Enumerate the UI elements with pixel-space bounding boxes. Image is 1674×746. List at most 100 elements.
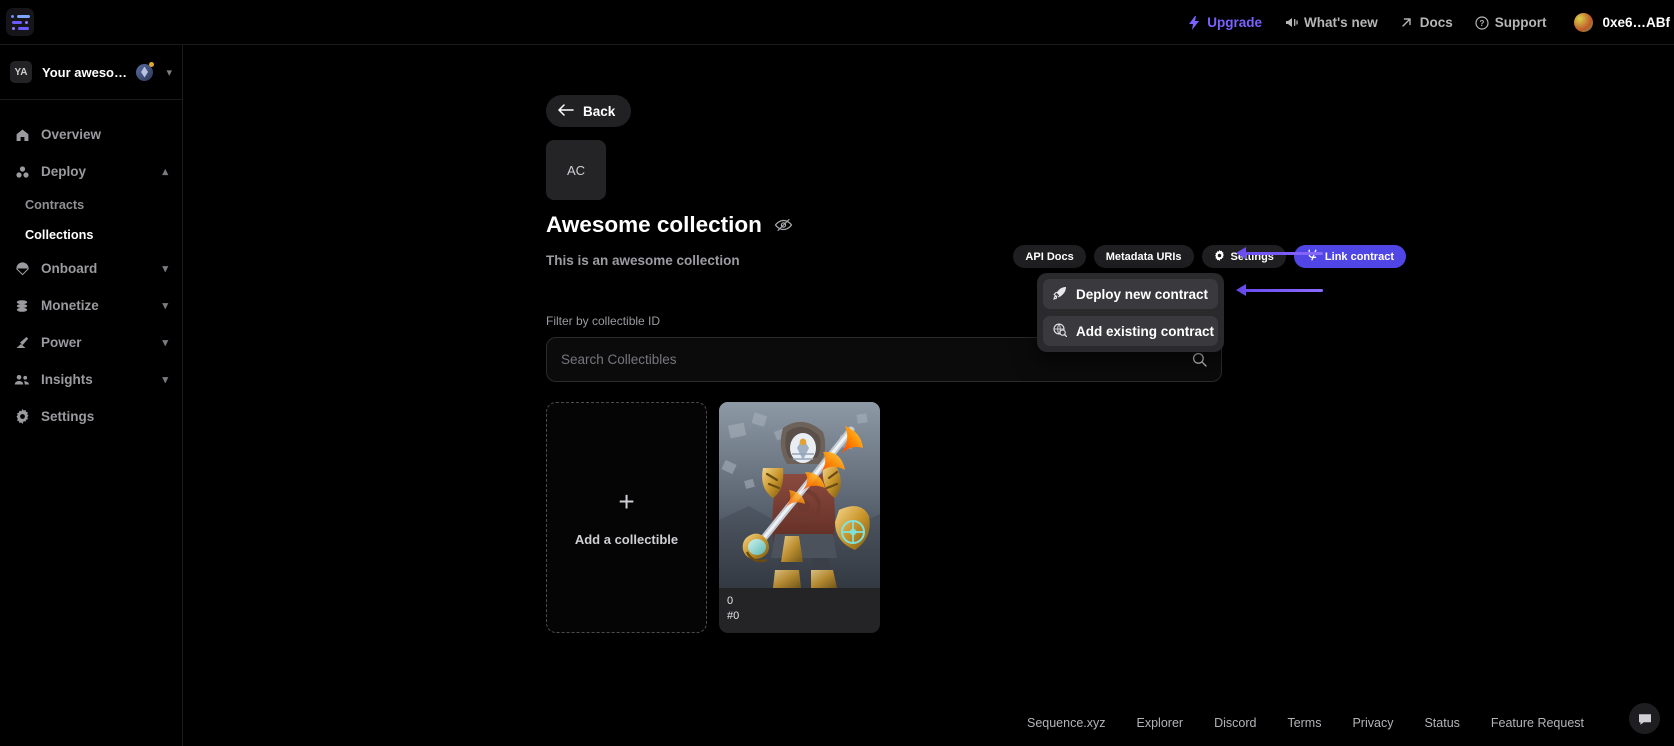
sidebar-item-power[interactable]: Power ▾ xyxy=(0,324,182,361)
topnav-support[interactable]: ? Support xyxy=(1475,15,1547,30)
api-docs-button[interactable]: API Docs xyxy=(1013,245,1085,268)
collectible-name: 0 xyxy=(727,594,872,609)
sidebar-item-onboard-label: Onboard xyxy=(41,261,97,276)
add-collectible-label: Add a collectible xyxy=(575,532,678,547)
chevron-down-icon: ▾ xyxy=(162,336,168,349)
footer-link-discord[interactable]: Discord xyxy=(1214,716,1256,730)
org-badge: YA xyxy=(10,61,32,83)
sidebar: YA Your aweso… ▾ Overview Deploy ▴ Contr… xyxy=(0,45,183,746)
org-switcher[interactable]: YA Your aweso… ▾ xyxy=(0,45,182,100)
topnav-whats-new[interactable]: What's new xyxy=(1284,15,1378,30)
link-contract-label: Link contract xyxy=(1325,251,1394,263)
avatar xyxy=(1574,13,1593,32)
arrow-left-icon xyxy=(558,104,574,119)
search-input[interactable] xyxy=(561,352,1192,367)
rocket-icon xyxy=(1053,286,1067,303)
main-content: Back AC Awesome collection This is an aw… xyxy=(183,45,1674,746)
topnav-docs[interactable]: Docs xyxy=(1400,15,1453,30)
sidebar-item-monetize-label: Monetize xyxy=(41,298,99,313)
api-docs-label: API Docs xyxy=(1025,251,1073,263)
logo-dot xyxy=(12,27,15,30)
home-icon xyxy=(14,128,30,142)
link-contract-dropdown: Deploy new contract Add existing contrac… xyxy=(1037,273,1224,352)
chevron-down-icon: ▾ xyxy=(166,66,172,79)
collection-description: This is an awesome collection xyxy=(546,253,740,268)
sidebar-item-deploy-label: Deploy xyxy=(41,164,86,179)
footer-link-explorer[interactable]: Explorer xyxy=(1137,716,1184,730)
footer-link-terms[interactable]: Terms xyxy=(1287,716,1321,730)
sidebar-item-insights[interactable]: Insights ▾ xyxy=(0,361,182,398)
account-address: 0xe6…ABf xyxy=(1602,15,1670,30)
sidebar-item-collections-label: Collections xyxy=(25,228,93,242)
link-contract-button[interactable]: Link contract xyxy=(1294,245,1406,268)
add-collectible-card[interactable]: + Add a collectible xyxy=(546,402,707,633)
sidebar-nav: Overview Deploy ▴ Contracts Collections … xyxy=(0,100,182,435)
collectible-artwork xyxy=(719,402,880,588)
sidebar-item-collections[interactable]: Collections xyxy=(0,220,182,250)
filter-label: Filter by collectible ID xyxy=(546,314,660,328)
chevron-down-icon: ▾ xyxy=(162,299,168,312)
dropdown-item-deploy-new-contract[interactable]: Deploy new contract xyxy=(1043,279,1218,309)
external-link-icon xyxy=(1400,16,1414,30)
topnav-docs-label: Docs xyxy=(1420,15,1453,30)
topnav-upgrade-label: Upgrade xyxy=(1207,15,1262,30)
back-button[interactable]: Back xyxy=(546,95,631,127)
footer-link-privacy[interactable]: Privacy xyxy=(1352,716,1393,730)
topnav-upgrade[interactable]: Upgrade xyxy=(1187,15,1262,30)
metadata-uris-button[interactable]: Metadata URIs xyxy=(1094,245,1194,268)
app-root: Upgrade What's new Docs ? Support xyxy=(0,0,1674,746)
sidebar-item-overview-label: Overview xyxy=(41,127,101,142)
metadata-uris-label: Metadata URIs xyxy=(1106,251,1182,263)
logo-bar xyxy=(17,15,30,18)
collection-title-row: Awesome collection xyxy=(546,212,793,238)
logo-dot xyxy=(11,15,14,18)
chevron-up-icon: ▴ xyxy=(162,165,168,178)
logo-dot xyxy=(25,21,28,24)
top-nav: Upgrade What's new Docs ? Support xyxy=(1187,0,1674,45)
annotation-arrow-dropdown xyxy=(1245,289,1323,292)
footer-link-feature-request[interactable]: Feature Request xyxy=(1491,716,1584,730)
footer-link-sequence[interactable]: Sequence.xyz xyxy=(1027,716,1106,730)
logo-bar xyxy=(18,27,29,30)
sidebar-item-settings-label: Settings xyxy=(41,409,94,424)
sidebar-item-insights-label: Insights xyxy=(41,372,93,387)
footer: Sequence.xyz Explorer Discord Terms Priv… xyxy=(1027,700,1674,746)
dropdown-item-add-existing-contract[interactable]: Add existing contract xyxy=(1043,316,1218,346)
collection-avatar-initials: AC xyxy=(567,163,585,178)
org-name: Your aweso… xyxy=(42,65,126,80)
svg-text:?: ? xyxy=(1479,19,1484,28)
collectible-meta: 0 #0 xyxy=(719,588,880,633)
top-bar: Upgrade What's new Docs ? Support xyxy=(0,0,1674,45)
deploy-icon xyxy=(14,165,30,179)
sidebar-item-deploy[interactable]: Deploy ▴ xyxy=(0,153,182,190)
logo-bar xyxy=(12,21,22,24)
gear-icon xyxy=(14,409,30,424)
sidebar-item-onboard[interactable]: Onboard ▾ xyxy=(0,250,182,287)
collectibles-grid: + Add a collectible xyxy=(546,402,880,633)
account-menu[interactable]: 0xe6…ABf xyxy=(1574,13,1670,32)
eye-off-icon[interactable] xyxy=(774,218,793,232)
topnav-support-label: Support xyxy=(1495,15,1547,30)
sidebar-item-overview[interactable]: Overview xyxy=(0,116,182,153)
dropdown-item-deploy-label: Deploy new contract xyxy=(1076,287,1208,302)
sidebar-item-contracts-label: Contracts xyxy=(25,198,84,212)
sidebar-item-contracts[interactable]: Contracts xyxy=(0,190,182,220)
search-icon[interactable] xyxy=(1192,352,1207,367)
power-icon xyxy=(14,336,30,350)
network-badge-icon xyxy=(136,64,153,81)
chat-bubble-icon[interactable] xyxy=(1629,703,1660,734)
sidebar-item-monetize[interactable]: Monetize ▾ xyxy=(0,287,182,324)
footer-link-status[interactable]: Status xyxy=(1424,716,1459,730)
armored-warrior-art xyxy=(719,402,880,588)
page-title: Awesome collection xyxy=(546,212,762,238)
question-circle-icon: ? xyxy=(1475,16,1489,30)
users-icon xyxy=(14,373,30,387)
sidebar-item-settings[interactable]: Settings xyxy=(0,398,182,435)
dropdown-item-add-existing-label: Add existing contract xyxy=(1076,324,1214,339)
plus-icon: + xyxy=(618,488,634,516)
topnav-whats-new-label: What's new xyxy=(1304,15,1378,30)
sequence-logo[interactable] xyxy=(6,8,34,36)
logo-row-2 xyxy=(12,21,28,24)
collection-actions: API Docs Metadata URIs Settings Link con… xyxy=(1013,245,1406,268)
collectible-card[interactable]: 0 #0 xyxy=(719,402,880,633)
